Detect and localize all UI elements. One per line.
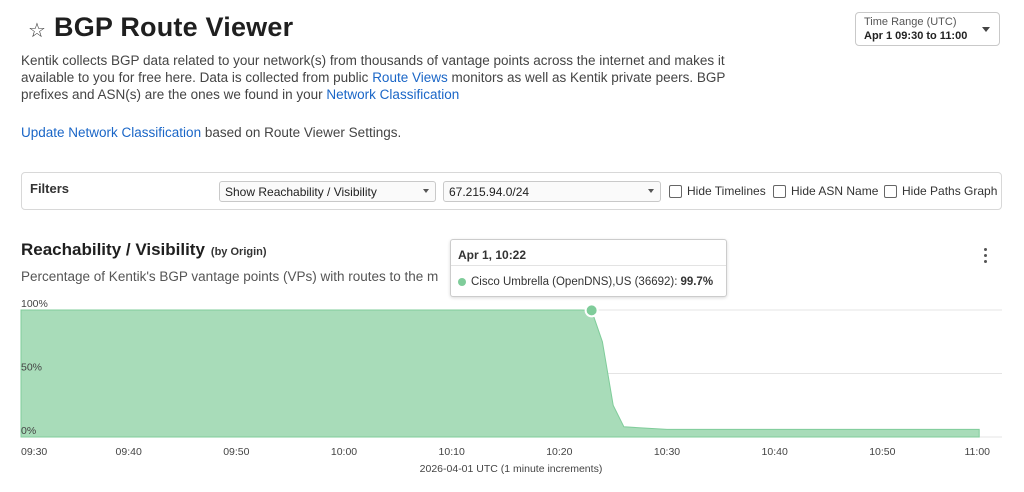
x-tick-label: 10:40 <box>762 446 788 458</box>
x-tick-label: 09:50 <box>223 446 249 458</box>
x-tick-label: 10:20 <box>546 446 572 458</box>
highlight-point[interactable] <box>584 303 599 318</box>
y-tick-label: 50% <box>21 362 42 374</box>
x-axis-label: 2026-04-01 UTC (1 minute increments) <box>420 463 603 475</box>
series-color-dot <box>458 278 466 286</box>
chart-tooltip: Apr 1, 10:22 Cisco Umbrella (OpenDNS),US… <box>450 239 727 297</box>
y-tick-label: 100% <box>21 298 48 310</box>
tooltip-value: 99.7% <box>680 276 714 288</box>
x-tick-label: 09:40 <box>116 446 142 458</box>
tooltip-time: Apr 1, 10:22 <box>458 248 527 262</box>
x-tick-label: 10:50 <box>869 446 895 458</box>
x-tick-label: 11:00 <box>965 446 991 458</box>
y-tick-label: 0% <box>21 425 36 437</box>
x-tick-label: 10:10 <box>439 446 465 458</box>
x-tick-label: 09:30 <box>21 446 47 458</box>
tooltip-series: Cisco Umbrella (OpenDNS),US (36692): <box>471 276 678 288</box>
tooltip-divider <box>451 265 726 266</box>
x-tick-label: 10:00 <box>331 446 357 458</box>
x-axis-ticks: 09:30 09:40 09:50 10:00 10:10 10:20 10:30 10:40… <box>21 446 990 458</box>
tooltip-row: Cisco Umbrella (OpenDNS),US (36692): 99.… <box>458 276 713 288</box>
x-tick-label: 10:30 <box>654 446 680 458</box>
